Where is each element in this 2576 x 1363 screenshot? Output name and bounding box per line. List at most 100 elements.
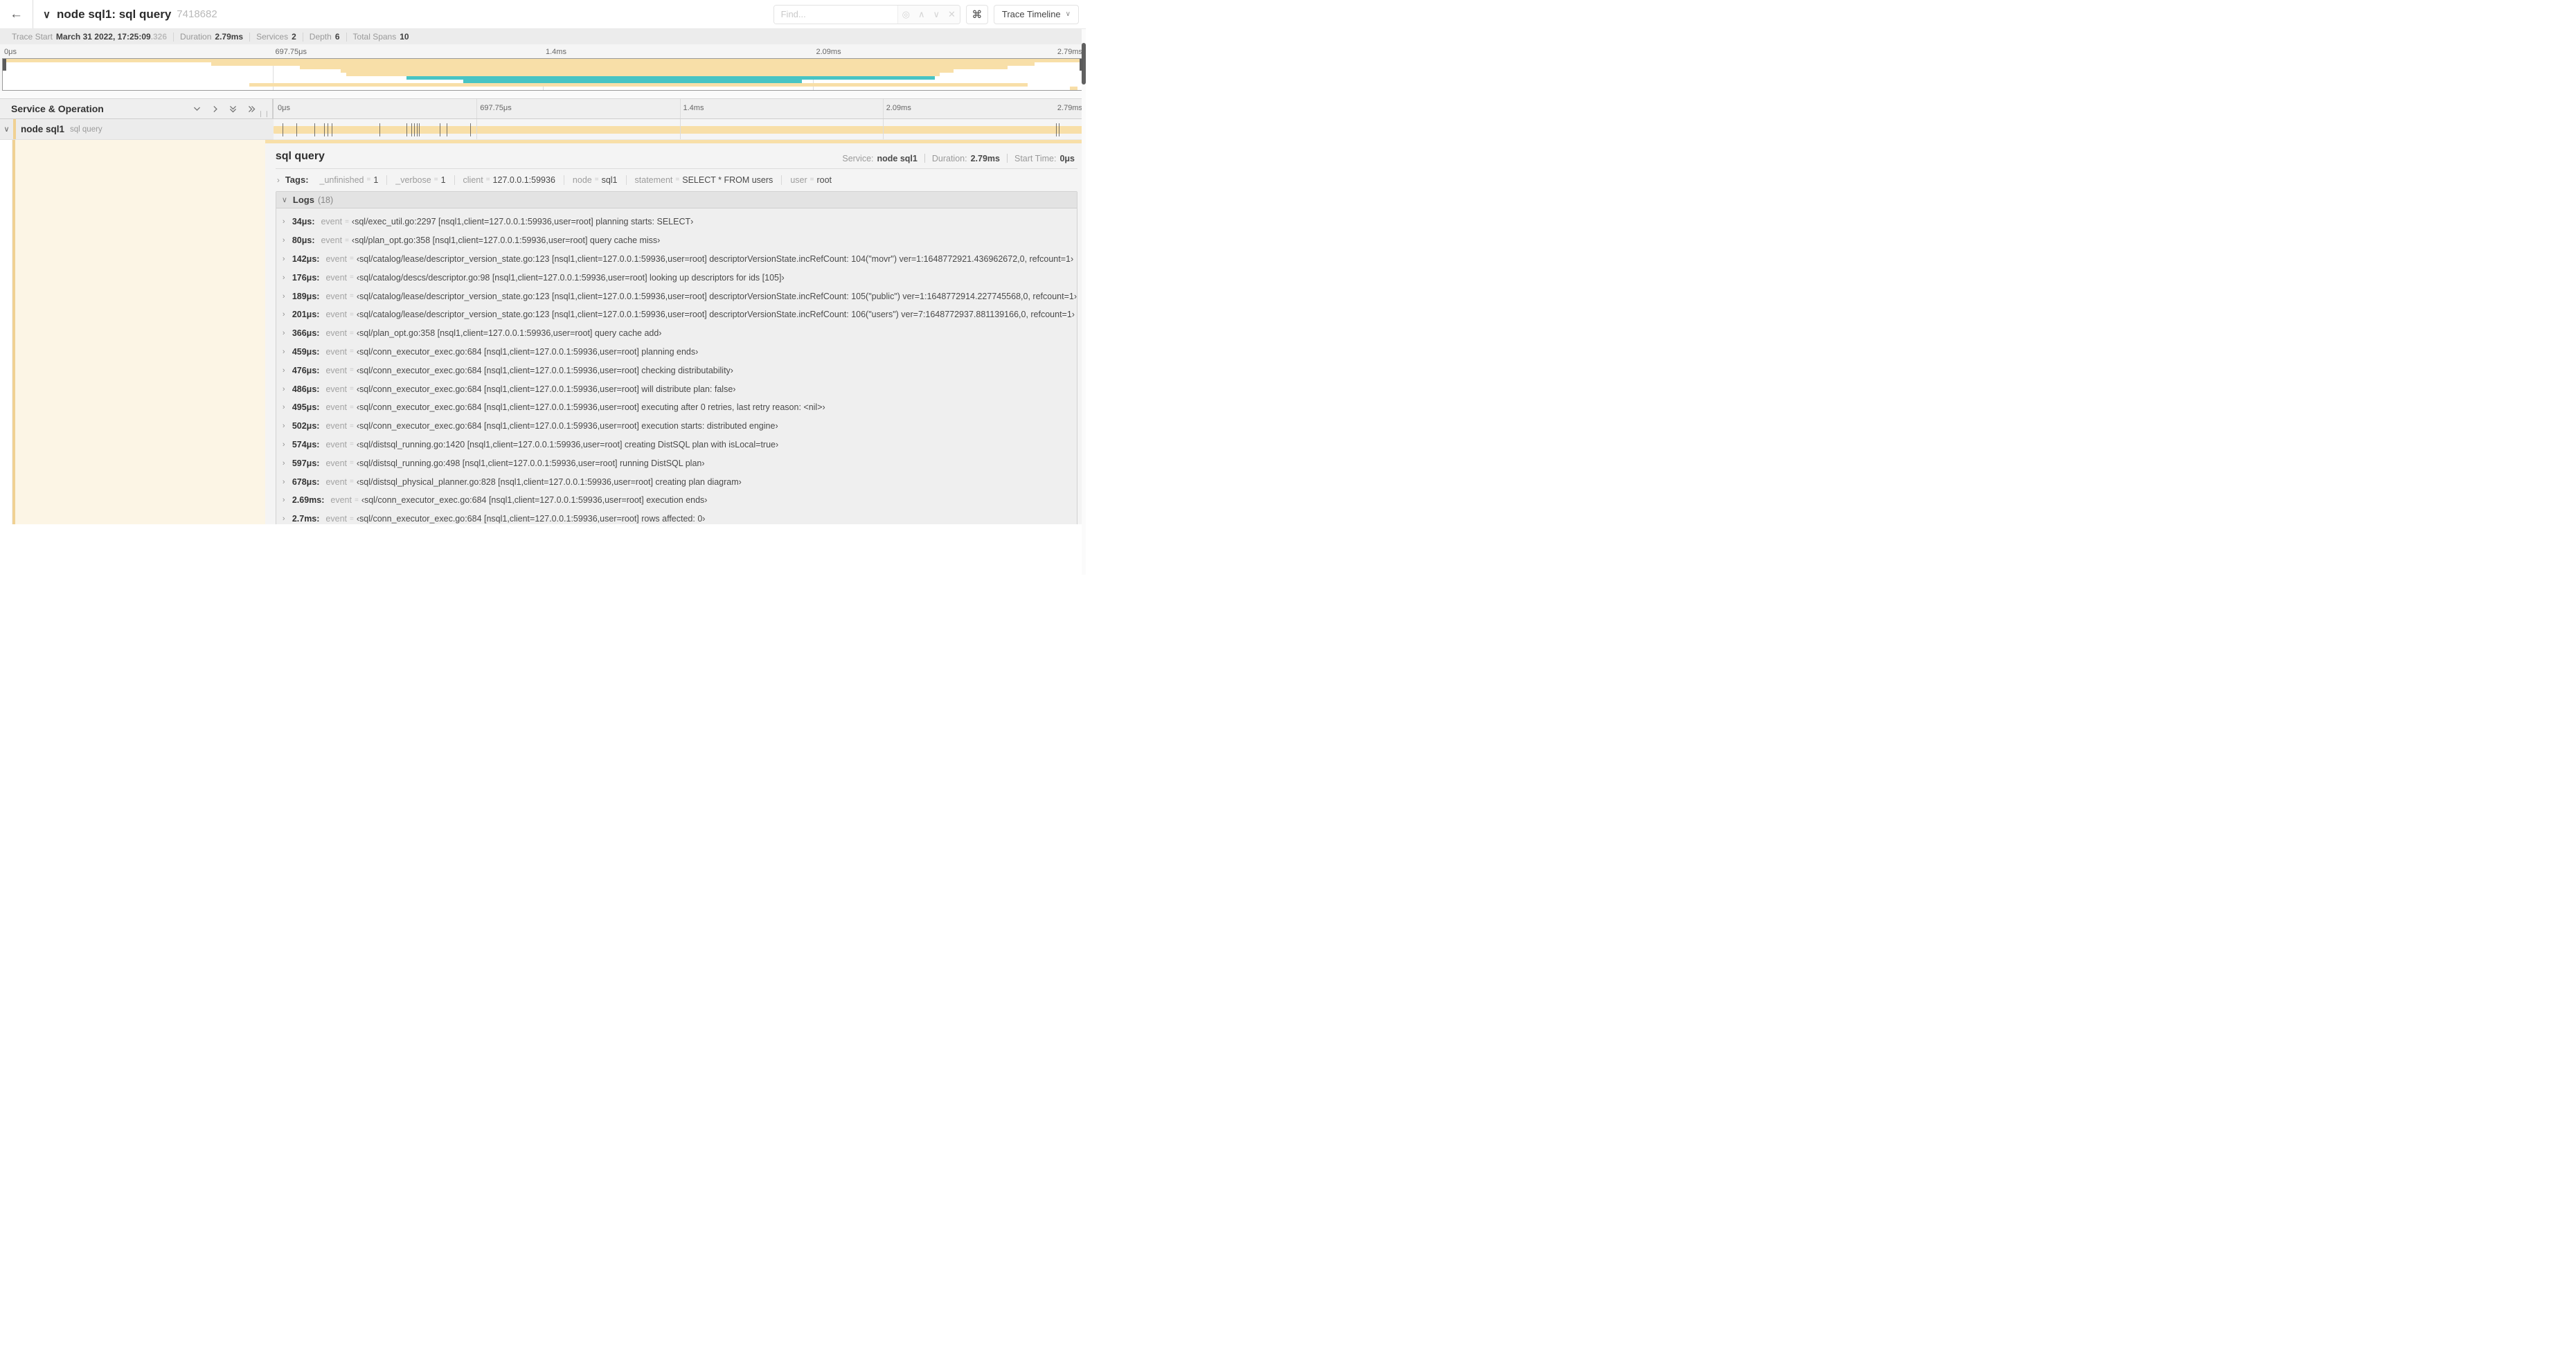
collapse-all-double-icon[interactable] [229,104,238,114]
tag-value: 1 [373,175,379,185]
log-row[interactable]: › 476μs: event = ‹sql/conn_executor_exec.go:… [276,361,1077,380]
log-field-value: ‹sql/conn_executor_exec.go:684 [nsql1,cl… [356,421,778,431]
log-row[interactable]: › 486μs: event = ‹sql/conn_executor_exec.go:… [276,380,1077,398]
logs-box: ∨ Logs (18) › 34μs: event = ‹sql/exec_util.g… [275,191,1077,524]
tag-item: node = sql1 [564,175,627,185]
logs-header[interactable]: ∨ Logs (18) [276,192,1077,208]
log-row[interactable]: › 678μs: event = ‹sql/distsql_physical_plann… [276,472,1077,491]
log-field-key: event [325,514,348,524]
find-input[interactable] [773,5,897,24]
prev-match-icon[interactable]: ∧ [918,9,925,20]
log-row-chevron-icon: › [282,292,285,301]
span-row[interactable]: ∨ node sql1 sql query [0,119,1086,140]
log-row-chevron-icon: › [282,440,285,449]
row-gridline [476,119,478,139]
log-timestamp: 142μs: [292,253,320,264]
log-row[interactable]: › 2.7ms: event = ‹sql/conn_executor_exec.go:… [276,510,1077,524]
detail-main-column: sql query Service: node sql1 Duration: 2.79… [265,140,1086,524]
log-row[interactable]: › 80μs: event = ‹sql/plan_opt.go:358 [nsql1,… [276,231,1077,250]
scroll-to-match-icon[interactable]: ◎ [902,9,910,20]
log-timestamp: 2.69ms: [292,495,325,506]
collapse-chevron-icon[interactable]: ∨ [43,8,51,21]
log-field-value: ‹sql/distsql_physical_planner.go:828 [ns… [356,476,742,487]
equals-sign: = [354,496,359,504]
span-log-tick [296,123,297,136]
log-field-key: event [330,495,352,506]
equals-sign: = [345,217,349,226]
log-field-key: event [325,439,348,449]
view-dropdown-label: Trace Timeline [1001,9,1061,19]
next-match-icon[interactable]: ∨ [933,9,940,20]
log-field-key: event [321,235,343,246]
ruler-tick-label: 697.75μs [480,104,512,112]
tag-key: _verbose [395,175,431,185]
summary-value: 6 [334,32,340,42]
log-row[interactable]: › 176μs: event = ‹sql/catalog/descs/descript… [276,268,1077,287]
log-row[interactable]: › 34μs: event = ‹sql/exec_util.go:2297 [nsql… [276,213,1077,231]
detail-gutter [0,140,12,524]
clear-find-icon[interactable]: ✕ [948,9,956,20]
detail-sidebar-column [0,140,265,524]
span-operation-name: sql query [70,125,102,134]
log-timestamp: 476μs: [292,365,320,375]
tags-chevron-icon: › [276,175,280,185]
log-timestamp: 366μs: [292,328,320,339]
row-gridline [679,119,681,139]
summary-value: 2 [292,32,296,42]
log-field-value: ‹sql/catalog/lease/descriptor_version_st… [356,253,1074,264]
tag-key: statement [634,175,673,185]
log-timestamp: 495μs: [292,402,320,413]
span-row-bar-cell[interactable] [274,119,1086,140]
log-row-chevron-icon: › [282,217,285,226]
back-button[interactable]: ← [0,0,33,28]
summary-item: Depth 6 [303,32,347,42]
minimap-tick-label: 0μs [4,48,17,56]
span-log-tick [417,123,418,136]
log-timestamp: 597μs: [292,458,320,468]
page-scrollbar[interactable] [1082,29,1086,575]
log-field-value: ‹sql/conn_executor_exec.go:684 [nsql1,cl… [356,346,699,357]
equals-sign: = [350,385,354,393]
minimap-right-scrubber[interactable] [1080,59,1083,71]
title-wrap: ∨ node sql1: sql query 7418682 [33,8,773,21]
summary-value: 2.79ms [215,32,244,42]
span-log-tick [470,123,472,136]
log-row[interactable]: › 189μs: event = ‹sql/catalog/lease/descript… [276,287,1077,305]
log-field-value: ‹sql/conn_executor_exec.go:684 [nsql1,cl… [356,365,733,375]
log-row[interactable]: › 502μs: event = ‹sql/conn_executor_exec.go:… [276,417,1077,436]
collapse-all-icon[interactable] [193,105,202,114]
find-buttons: ◎ ∧ ∨ ✕ [897,5,960,24]
column-resize-grip-icon[interactable]: ❘❘ [258,110,270,118]
span-log-tick [323,123,325,136]
equals-sign: = [350,255,354,263]
equals-sign: = [350,422,354,430]
log-row[interactable]: › 201μs: event = ‹sql/catalog/lease/descript… [276,305,1077,324]
log-row[interactable]: › 2.69ms: event = ‹sql/conn_executor_exec.go… [276,491,1077,510]
equals-sign: = [810,176,814,184]
log-row[interactable]: › 142μs: event = ‹sql/catalog/lease/descript… [276,250,1077,269]
tag-value: sql1 [601,175,618,185]
expand-one-icon[interactable] [211,105,220,114]
command-icon: ⌘ [972,8,983,21]
log-field-value: ‹sql/conn_executor_exec.go:684 [nsql1,cl… [356,402,825,413]
log-row-chevron-icon: › [282,458,285,467]
minimap-left-scrubber[interactable] [3,59,6,71]
expand-all-double-icon[interactable] [247,105,257,114]
log-row[interactable]: › 495μs: event = ‹sql/conn_executor_exec.go:… [276,398,1077,417]
span-expand-chevron-icon[interactable]: ∨ [0,125,13,134]
minimap-tick-labels: 0μs 697.75μs 1.4ms 2.09ms 2.79ms [2,44,1084,58]
logs-count: (18) [317,195,334,205]
equals-sign: = [350,292,354,301]
span-row-name-cell[interactable]: ∨ node sql1 sql query [0,119,274,140]
log-row[interactable]: › 459μs: event = ‹sql/conn_executor_exec.go:… [276,343,1077,362]
minimap-canvas[interactable] [2,58,1084,91]
tags-row[interactable]: › Tags: _unfinished = 1 _verbose = 1 client = 12… [276,169,1077,190]
log-row[interactable]: › 597μs: event = ‹sql/distsql_running.go:498… [276,454,1077,472]
log-row[interactable]: › 366μs: event = ‹sql/plan_opt.go:358 [nsql1… [276,324,1077,343]
view-dropdown-button[interactable]: Trace Timeline ∨ [993,4,1079,24]
summary-label: Duration [180,32,212,42]
log-timestamp: 34μs: [292,217,315,227]
detail-meta-value: 0μs [1059,153,1075,163]
keyboard-shortcuts-button[interactable]: ⌘ [965,4,988,24]
log-row[interactable]: › 574μs: event = ‹sql/distsql_running.go:142… [276,436,1077,454]
